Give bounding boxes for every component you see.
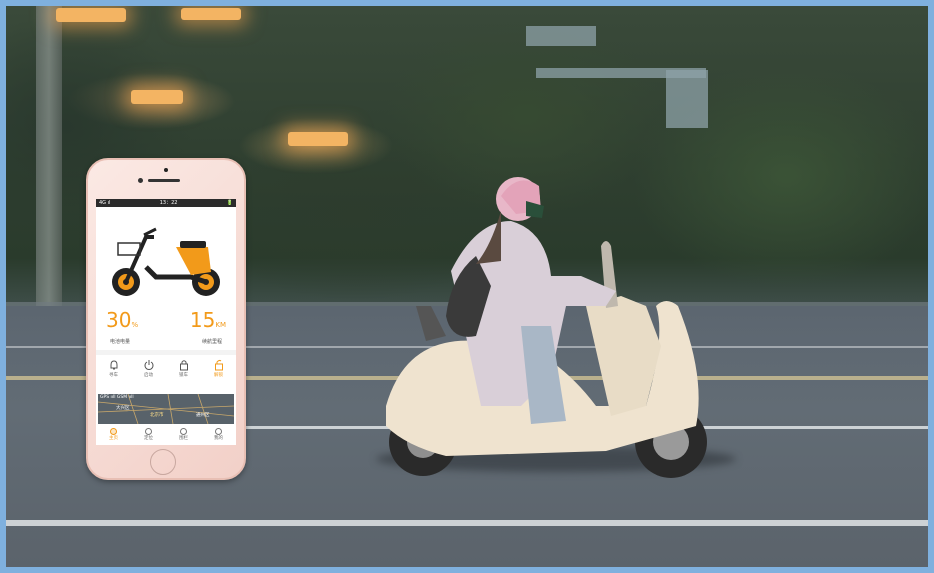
tab-fence[interactable]: 围栏 [171, 426, 197, 445]
location-map[interactable]: GPS ııll GSM ııll 大兴区 北京市 通州区 [98, 394, 234, 424]
home-button[interactable] [150, 449, 176, 475]
phone-camera [138, 178, 143, 183]
ride-stats: 30% 电池电量 15KM 续航里程 [96, 309, 236, 349]
unlock-button[interactable]: 解锁 [206, 357, 232, 389]
start-button[interactable]: 启动 [136, 357, 162, 389]
bottom-tab-bar: 主页 定位 围栏 我的 [96, 426, 236, 445]
phone-mockup: 4G ıl 13：22 🔋 30% 电池电量 15KM 续航里程 寻车 启动 锁… [86, 158, 246, 480]
lock-label: 锁车 [179, 373, 188, 378]
bell-icon [110, 360, 117, 370]
find-bike-button[interactable]: 寻车 [101, 357, 127, 389]
battery-icon: 🔋 [226, 200, 233, 206]
map-place-3: 通州区 [196, 413, 210, 418]
tab-location[interactable]: 定位 [136, 426, 162, 445]
map-place-2: 北京市 [150, 413, 164, 418]
signal-indicator: 4G ıl [99, 200, 111, 206]
power-icon [144, 360, 153, 370]
tab-location-label: 定位 [144, 436, 153, 441]
range-label: 续航里程 [201, 339, 222, 345]
section-divider [96, 350, 236, 355]
fence-icon [180, 428, 187, 435]
ebike-image [96, 207, 236, 307]
ebike-illustration [112, 227, 220, 296]
battery-label: 电池电量 [110, 339, 131, 345]
battery-level: 30% [106, 308, 139, 332]
unlock-icon [214, 359, 223, 371]
clock: 13：22 [159, 200, 178, 206]
start-label: 启动 [144, 373, 153, 378]
app-screen: 4G ıl 13：22 🔋 30% 电池电量 15KM 续航里程 寻车 启动 锁… [96, 199, 236, 445]
tab-profile[interactable]: 我的 [206, 426, 232, 445]
find-bike-label: 寻车 [109, 373, 118, 378]
gps-gsm-signal: GPS ııll GSM ııll [100, 395, 134, 400]
unlock-label: 解锁 [214, 373, 223, 378]
phone-sensor [164, 168, 168, 172]
range-value: 15KM [189, 308, 226, 332]
tab-home[interactable]: 主页 [101, 426, 127, 445]
range-unit: KM [215, 321, 226, 329]
battery-unit: % [131, 321, 139, 329]
tab-profile-label: 我的 [214, 436, 223, 441]
tab-fence-label: 围栏 [179, 436, 188, 441]
control-buttons: 寻车 启动 锁车 解锁 [96, 357, 236, 389]
lock-icon [179, 360, 188, 371]
tab-home-label: 主页 [109, 436, 118, 441]
status-bar: 4G ıl 13：22 🔋 [96, 199, 236, 207]
map-place-1: 大兴区 [116, 406, 130, 411]
lock-button[interactable]: 锁车 [171, 357, 197, 389]
home-icon [110, 428, 117, 435]
phone-speaker [148, 179, 180, 182]
profile-icon [215, 428, 222, 435]
location-icon [145, 428, 152, 435]
